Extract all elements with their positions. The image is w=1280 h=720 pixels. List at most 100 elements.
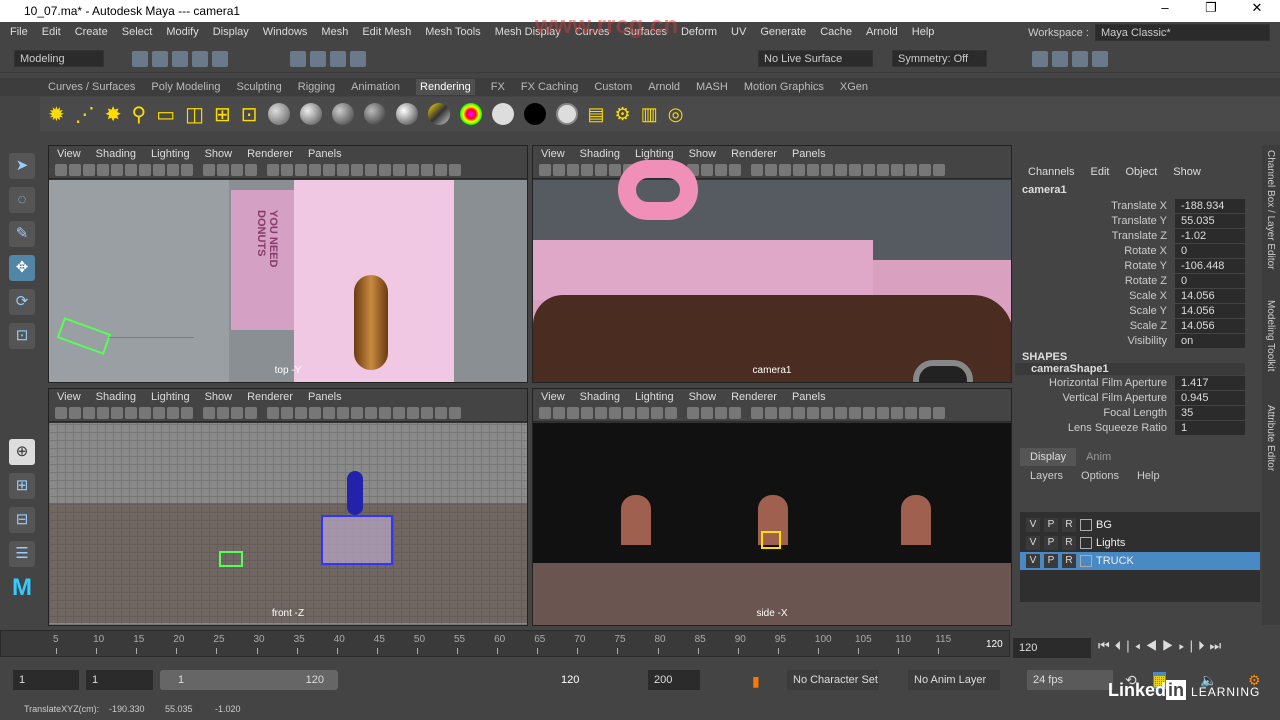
panel-tool-icon[interactable] <box>281 163 293 176</box>
help-menu[interactable]: Help <box>1137 470 1160 482</box>
channel-menu-edit[interactable]: Edit <box>1090 166 1109 178</box>
panel-tool-icon[interactable] <box>407 406 419 419</box>
next-key-icon[interactable]: ▸| <box>1179 638 1198 653</box>
panel-tool-icon[interactable] <box>891 163 903 176</box>
panel-tool-icon[interactable] <box>863 406 875 419</box>
panel-tool-icon[interactable] <box>835 163 847 176</box>
channel-value[interactable]: 0 <box>1175 273 1245 288</box>
open-scene-icon[interactable] <box>152 51 168 67</box>
point-light-icon[interactable]: ✸ <box>105 102 122 127</box>
anim-start-field[interactable]: 1 <box>86 670 153 690</box>
panel-tool-icon[interactable] <box>567 406 579 419</box>
layers-menu[interactable]: Layers <box>1030 470 1063 482</box>
panel-tool-icon[interactable] <box>181 406 193 419</box>
viewport-front[interactable]: View Shading Lighting Show Renderer Panels fr… <box>48 388 528 626</box>
panel-tool-icon[interactable] <box>609 163 621 176</box>
new-scene-icon[interactable] <box>132 51 148 67</box>
panel-menu-view[interactable]: View <box>541 148 565 160</box>
panel-tool-icon[interactable] <box>203 406 215 419</box>
layer-flag-v[interactable]: V <box>1026 536 1040 550</box>
hypershade-icon[interactable] <box>1092 51 1108 67</box>
panel-tool-icon[interactable] <box>393 406 405 419</box>
panel-tool-icon[interactable] <box>379 406 391 419</box>
menu-modify[interactable]: Modify <box>166 26 198 38</box>
channel-name[interactable]: Focal Length <box>1015 407 1175 419</box>
panel-tool-icon[interactable] <box>905 406 917 419</box>
channel-value[interactable]: -1.02 <box>1175 228 1245 243</box>
tab-mash[interactable]: MASH <box>696 81 728 93</box>
panel-tool-icon[interactable] <box>245 163 257 176</box>
snap-curve-icon[interactable] <box>310 51 326 67</box>
go-to-start-icon[interactable]: ⏮ <box>1098 638 1115 653</box>
anim-end-field[interactable]: 120 <box>555 670 595 690</box>
panel-tool-icon[interactable] <box>69 163 81 176</box>
phong-material-icon[interactable] <box>331 103 354 125</box>
layer-flag-p[interactable]: P <box>1044 536 1058 550</box>
panel-tool-icon[interactable] <box>905 163 917 176</box>
channel-name[interactable]: Lens Squeeze Ratio <box>1015 422 1175 434</box>
panel-tool-icon[interactable] <box>779 163 791 176</box>
panel-tool-icon[interactable] <box>567 163 579 176</box>
channel-name[interactable]: Vertical Film Aperture <box>1015 392 1175 404</box>
panel-tool-icon[interactable] <box>69 406 81 419</box>
go-to-end-icon[interactable]: ⏭ <box>1209 638 1226 653</box>
panel-menu-view[interactable]: View <box>541 391 565 403</box>
tab-attribute-editor[interactable]: Attribute Editor <box>1265 405 1276 471</box>
panel-tool-icon[interactable] <box>125 406 137 419</box>
panel-tool-icon[interactable] <box>891 406 903 419</box>
panel-menu-panels[interactable]: Panels <box>792 391 826 403</box>
tab-modeling-toolkit[interactable]: Modeling Toolkit <box>1265 300 1276 372</box>
channel-name[interactable]: Scale X <box>1015 290 1175 302</box>
panel-tool-icon[interactable] <box>421 406 433 419</box>
channel-value[interactable]: on <box>1175 333 1245 348</box>
panel-tool-icon[interactable] <box>729 163 741 176</box>
tab-arnold[interactable]: Arnold <box>648 81 680 93</box>
layer-flag-p[interactable]: P <box>1044 554 1058 568</box>
panel-menu-view[interactable]: View <box>57 391 81 403</box>
snap-point-icon[interactable] <box>330 51 346 67</box>
anim-layer-dropdown[interactable]: No Anim Layer <box>908 670 1000 690</box>
layer-name[interactable]: BG <box>1096 519 1112 531</box>
layer-row[interactable]: V P R TRUCK <box>1020 552 1260 570</box>
tab-rigging[interactable]: Rigging <box>298 81 335 93</box>
panel-tool-icon[interactable] <box>793 406 805 419</box>
layer-color-swatch[interactable] <box>1080 537 1092 549</box>
range-slider[interactable]: 1 120 <box>160 670 338 690</box>
layer-flag-r[interactable]: R <box>1062 518 1076 532</box>
panel-tool-icon[interactable] <box>231 163 243 176</box>
channel-value[interactable]: 14.056 <box>1175 318 1245 333</box>
prev-key-icon[interactable]: |◂ <box>1126 638 1145 653</box>
camera-aim-icon[interactable]: ⊡ <box>241 102 258 127</box>
panel-tool-icon[interactable] <box>435 406 447 419</box>
volume-light-icon[interactable]: ◫ <box>185 102 204 127</box>
channel-name[interactable]: Visibility <box>1015 335 1175 347</box>
truck-object[interactable] <box>321 515 393 565</box>
panel-tool-icon[interactable] <box>581 406 593 419</box>
spot-light-icon[interactable]: ⚲ <box>132 102 147 127</box>
symmetry-dropdown[interactable]: Symmetry: Off <box>892 50 987 67</box>
panel-tool-icon[interactable] <box>849 163 861 176</box>
tab-fx[interactable]: FX <box>491 81 505 93</box>
panel-tool-icon[interactable] <box>153 163 165 176</box>
panel-tool-icon[interactable] <box>553 163 565 176</box>
panel-menu-lighting[interactable]: Lighting <box>151 148 190 160</box>
panel-tool-icon[interactable] <box>665 406 677 419</box>
menu-generate[interactable]: Generate <box>760 26 806 38</box>
menu-deform[interactable]: Deform <box>681 26 717 38</box>
panel-menu-lighting[interactable]: Lighting <box>151 391 190 403</box>
two-view-layout-icon[interactable]: ⊟ <box>9 507 35 533</box>
panel-tool-icon[interactable] <box>139 406 151 419</box>
anisotropic-material-icon[interactable] <box>395 103 418 125</box>
move-tool-icon[interactable]: ✥ <box>9 255 35 281</box>
viewport-side[interactable]: View Shading Lighting Show Renderer Panels si… <box>532 388 1012 626</box>
channel-value[interactable]: 55.035 <box>1175 213 1245 228</box>
panel-tool-icon[interactable] <box>55 163 67 176</box>
directional-light-icon[interactable]: ⋰ <box>75 102 95 127</box>
panel-menu-show[interactable]: Show <box>689 148 717 160</box>
end-time-field[interactable]: 200 <box>648 670 700 690</box>
panel-tool-icon[interactable] <box>765 406 777 419</box>
layer-flag-p[interactable]: P <box>1044 518 1058 532</box>
layer-row[interactable]: V P R BG <box>1020 516 1260 534</box>
viewport-top[interactable]: View Shading Lighting Show Renderer Panels YO… <box>48 145 528 383</box>
ipr-render-icon[interactable]: ⚙ <box>615 104 631 125</box>
